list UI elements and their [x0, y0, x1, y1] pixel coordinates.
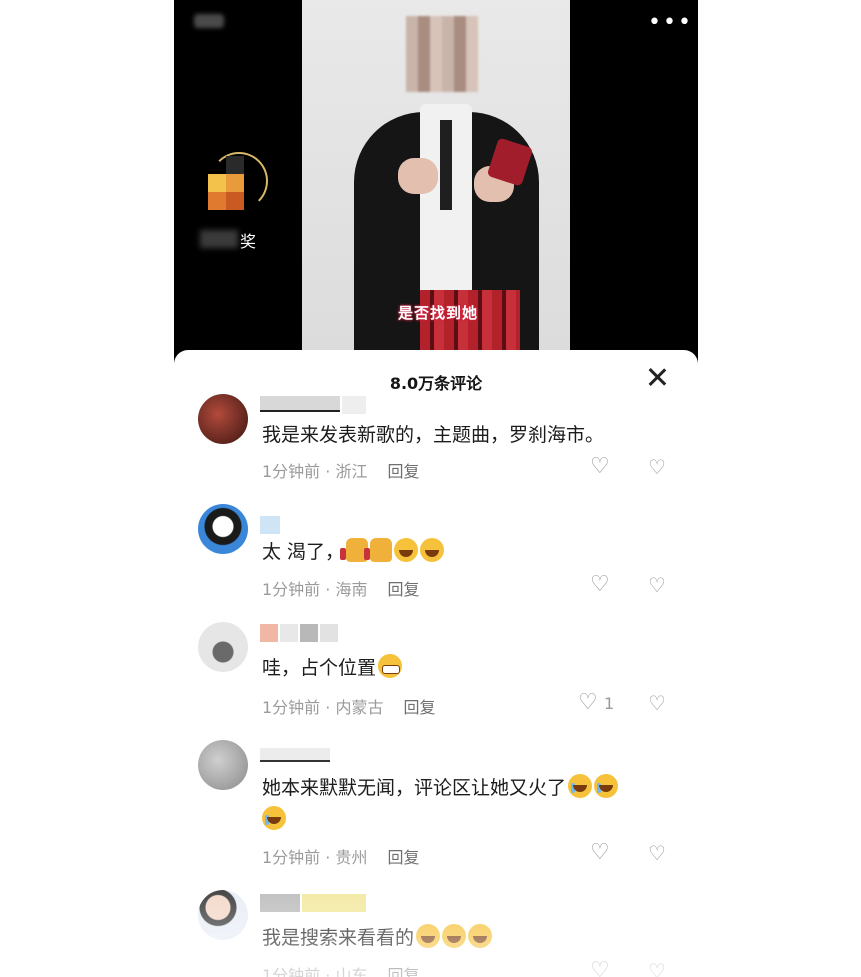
person-hand-left	[398, 158, 438, 194]
comment-text: 太 渴了，	[262, 538, 445, 565]
comment-time-location: 1分钟前 · 贵州	[262, 848, 368, 867]
grinning-emoji	[378, 654, 403, 678]
blurred-username	[260, 894, 368, 912]
right-margin	[698, 0, 861, 977]
avatar[interactable]	[198, 890, 248, 940]
comment-meta: 1分钟前 · 内蒙古 回复	[262, 694, 435, 718]
video-caption: 是否找到她	[398, 304, 479, 322]
comment-count-title: 8.0万条评论	[389, 374, 483, 393]
broken-heart-icon[interactable]: ♡	[648, 456, 672, 478]
like-count: 1	[604, 694, 615, 713]
video-player[interactable]: ••• 是否找到她 奖	[174, 0, 698, 380]
heart-outline-icon[interactable]: ♡	[590, 842, 614, 864]
blur-block	[226, 192, 244, 210]
broken-heart-icon[interactable]: ♡	[648, 960, 672, 977]
comment-text-content: 我是搜索来看看的	[262, 927, 415, 949]
comment-text: 我是搜索来看看的	[262, 924, 493, 951]
video-frame	[302, 0, 570, 350]
avatar[interactable]	[198, 622, 248, 672]
broken-heart-icon[interactable]: ♡	[648, 692, 672, 714]
comment-text-content: 太 渴了，	[262, 541, 345, 563]
laughing-emoji	[468, 924, 493, 948]
comment-time-location: 1分钟前 · 山东	[262, 966, 368, 977]
live-label: 奖	[240, 232, 257, 251]
laughing-emoji	[416, 924, 441, 948]
reply-button[interactable]: 回复	[387, 966, 419, 977]
comment-text: 哇，占个位置	[262, 654, 403, 681]
avatar[interactable]	[198, 740, 248, 790]
comment-time-location: 1分钟前 · 浙江	[262, 462, 368, 481]
broken-heart-icon[interactable]: ♡	[648, 574, 672, 596]
comment-time-location: 1分钟前 · 内蒙古	[262, 698, 384, 717]
heart-outline-icon[interactable]: ♡	[590, 574, 614, 596]
laughing-emoji	[442, 924, 467, 948]
crying-emoji	[594, 774, 619, 798]
reply-button[interactable]: 回复	[403, 698, 435, 717]
blurred-live-label	[200, 230, 238, 248]
blurred-face	[406, 16, 478, 92]
comment-text-wrap	[262, 806, 286, 833]
blurred-username	[260, 624, 340, 642]
comment-meta: 1分钟前 · 贵州 回复	[262, 844, 419, 868]
left-margin	[0, 0, 174, 977]
comment-meta: 1分钟前 · 山东 回复	[262, 962, 419, 977]
blurred-username	[260, 516, 282, 534]
comment-text: 我是来发表新歌的，主题曲，罗刹海市。	[262, 424, 605, 446]
close-icon[interactable]	[646, 366, 668, 388]
live-avatar[interactable]	[208, 150, 262, 214]
avatar[interactable]	[198, 504, 248, 554]
phone-screen: ••• 是否找到她 奖 8.0万条评论 我是来发表新歌的，主题曲，罗刹海市。 1…	[174, 0, 698, 977]
thumbs-up-emoji	[364, 538, 393, 562]
heart-outline-icon[interactable]: ♡	[578, 692, 602, 714]
crying-emoji	[262, 806, 286, 830]
blur-block	[208, 192, 226, 210]
blur-block	[226, 174, 244, 192]
comment-text-content: 哇，占个位置	[262, 657, 377, 679]
blurred-username	[260, 748, 332, 766]
comment-meta: 1分钟前 · 浙江 回复	[262, 458, 419, 482]
heart-outline-icon[interactable]: ♡	[590, 456, 614, 478]
comment-text-content: 她本来默默无闻，评论区让她又火了	[262, 777, 567, 799]
heart-outline-icon[interactable]: ♡	[590, 960, 614, 977]
crying-emoji	[568, 774, 593, 798]
blurred-username	[260, 396, 368, 414]
reply-button[interactable]: 回复	[387, 580, 419, 599]
more-dots-icon[interactable]: •••	[648, 10, 693, 35]
reply-button[interactable]: 回复	[387, 848, 419, 867]
comment-sheet: 8.0万条评论 我是来发表新歌的，主题曲，罗刹海市。 1分钟前 · 浙江 回复 ♡…	[174, 350, 698, 977]
comment-text: 她本来默默无闻，评论区让她又火了	[262, 774, 619, 801]
blurred-top-left-element	[194, 14, 224, 28]
blur-block	[208, 174, 226, 192]
reply-button[interactable]: 回复	[387, 462, 419, 481]
laughing-emoji	[420, 538, 445, 562]
blur-block	[226, 156, 244, 174]
laughing-emoji	[394, 538, 419, 562]
avatar[interactable]	[198, 394, 248, 444]
comment-time-location: 1分钟前 · 海南	[262, 580, 368, 599]
person-tie	[440, 120, 452, 210]
broken-heart-icon[interactable]: ♡	[648, 842, 672, 864]
comment-meta: 1分钟前 · 海南 回复	[262, 576, 419, 600]
